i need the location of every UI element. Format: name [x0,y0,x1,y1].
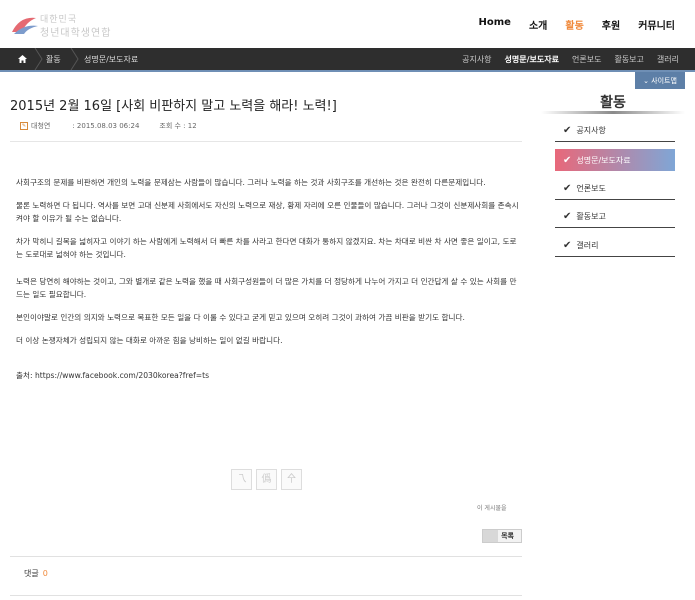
sidebar-item-label: 공지사항 [576,126,606,135]
nav-community[interactable]: 커뮤니티 [638,17,675,32]
posts-by-author-link[interactable]: 이 게시물을 [477,503,507,512]
sidebar-item-label: 갤러리 [576,241,599,250]
breadcrumb-level2[interactable]: 성명문/보도자료 [84,54,138,65]
sub-nav: 공지사항 성명문/보도자료 언론보도 활동보고 갤러리 [449,54,679,65]
check-icon: ✔ [563,211,572,222]
logo-text-line2: 청년대학생연합 [40,28,112,39]
header-divider [0,70,695,72]
nav-home[interactable]: Home [479,17,511,32]
divider [10,556,522,557]
sidebar-title: 활동 [600,95,626,111]
post-title: 2015년 2월 16일 [사회 비판하지 말고 노력을 해라! 노력!] [10,99,337,114]
sidebar-item-label: 성명문/보도자료 [576,155,631,165]
subnav-statements[interactable]: 성명문/보도자료 [505,54,559,65]
breadcrumb-level1[interactable]: 활동 [46,54,61,65]
post-date: : 2015.08.03 06:24 [72,122,140,130]
post-paragraph: 본인이야말로 인간의 의지와 노력으로 목표한 모든 일을 다 이룰 수 있다고… [16,313,465,322]
subnav-gallery[interactable]: 갤러리 [657,54,679,65]
subnav-notice[interactable]: 공지사항 [462,54,491,65]
post-meta: ✎ 대청연 : 2015.08.03 06:24 조회 수 : 12 [20,121,197,131]
post-paragraph: 차가 막히니 길목을 넓히자고 이야기 하는 사람에게 노력해서 더 빠른 차를… [16,237,517,259]
sidebar-item-label: 활동보고 [576,212,606,221]
sitemap-button[interactable]: ⌄ 사이트맵 [635,72,685,89]
author-icon: ✎ [20,122,28,130]
comments-header: 댓글 0 [24,568,48,579]
sidebar-title-underline [541,111,685,114]
sidebar-item-gallery[interactable]: ✔ 갤러리 [555,235,675,257]
post-paragraph: 노력은 당연히 해야하는 것이고, 그와 별개로 같은 노력을 했을 때 사회구… [16,277,517,299]
share-button[interactable]: 㐃 [281,469,302,490]
post-paragraph: 물론 노력하면 다 됩니다. 역사를 보면 고대 신분제 사회에서도 자신의 노… [16,201,519,223]
check-icon: ✔ [563,240,572,251]
list-button[interactable]: 목록 [482,529,522,543]
sidebar-item-notice[interactable]: ✔ 공지사항 [555,120,675,142]
share-button[interactable]: 僞 [256,469,277,490]
share-buttons: 乁 僞 㐃 [231,469,302,490]
share-button[interactable]: 乁 [231,469,252,490]
nav-activity[interactable]: 활동 [565,17,583,32]
post-views: 조회 수 : 12 [159,122,197,130]
nav-about[interactable]: 소개 [529,17,547,32]
check-icon: ✔ [563,154,572,166]
divider [10,141,522,142]
subnav-reports[interactable]: 활동보고 [614,54,643,65]
comments-label: 댓글 [24,569,39,578]
sidebar-item-reports[interactable]: ✔ 활동보고 [555,206,675,228]
logo-mark-icon [12,17,38,34]
post-paragraph: 사회구조의 문제를 비판하면 개인의 노력을 문제삼는 사람들이 많습니다. 그… [16,178,486,187]
breadcrumb-bar: 활동 성명문/보도자료 공지사항 성명문/보도자료 언론보도 활동보고 갤러리 [0,48,695,70]
post-author[interactable]: 대청연 [31,121,50,131]
post-paragraph: 더 이상 논쟁자체가 성립되지 않는 대화로 아까운 힘을 낭비하는 일이 없길… [16,336,283,345]
comments-count: 0 [42,569,48,578]
post-source[interactable]: 출처: https://www.facebook.com/2030korea?f… [16,369,521,382]
nav-support[interactable]: 후원 [602,17,620,32]
breadcrumb-separator-icon [34,48,43,70]
post-body: 사회구조의 문제를 비판하면 개인의 노력을 문제삼는 사람들이 많습니다. 그… [16,176,521,392]
subnav-press[interactable]: 언론보도 [572,54,601,65]
sidebar-item-statements[interactable]: ✔ 성명문/보도자료 [555,149,675,171]
check-icon: ✔ [563,183,572,194]
site-logo[interactable]: 대한민국 청년대학생연합 [10,10,112,39]
site-header: 대한민국 청년대학생연합 Home 소개 활동 후원 커뮤니티 [0,0,695,48]
breadcrumb-separator-icon [70,48,79,70]
check-icon: ✔ [563,125,572,136]
sidebar-item-label: 언론보도 [576,184,606,193]
post-date-value: 2015.08.03 06:24 [76,122,140,130]
sidebar-item-press[interactable]: ✔ 언론보도 [555,178,675,200]
main-nav: Home 소개 활동 후원 커뮤니티 [461,17,675,32]
divider [10,595,522,596]
home-icon[interactable] [10,48,34,70]
